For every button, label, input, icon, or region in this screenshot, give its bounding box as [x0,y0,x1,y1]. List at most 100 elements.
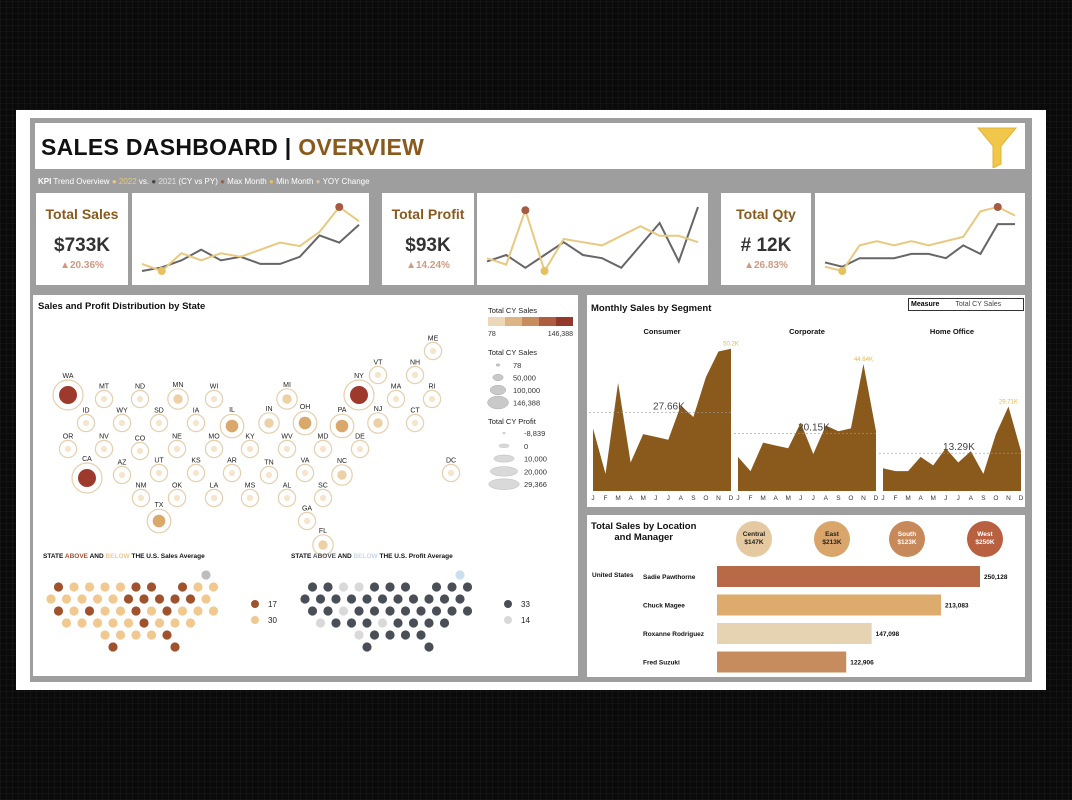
segment-month-tick: M [640,495,645,502]
kpi-sales-card: Total Sales $733K ▲20.36% [36,193,128,285]
segment-month-tick: M [615,495,620,502]
state-label: SD [154,407,164,414]
segment-month-tick: M [760,495,765,502]
legend-profit-marker [498,443,510,448]
state-bubble [303,517,311,525]
legend-size-marker [492,374,504,381]
state-label: NY [354,373,364,380]
manager-value-label: 122,906 [850,660,874,667]
manager-value-label: 250,128 [984,574,1008,581]
segment-month-tick: N [716,495,721,502]
kpi-profit-label: Total Profit [391,206,465,222]
state-bubble [373,418,383,428]
segment-month-tick: D [874,495,879,502]
segment-avg-label: 20.15K [798,423,830,434]
hex-legend-above-count: 33 [521,600,530,609]
state-bubble [173,394,183,404]
state-label: VT [374,359,384,366]
hex-state-dot [53,606,64,616]
state-bubble [429,347,437,355]
sparkline-py-series [141,224,360,272]
segment-panel-title: Consumer [643,327,680,336]
state-bubble [192,419,200,427]
hex-state-dot [424,618,434,628]
segment-month-tick: N [861,495,866,502]
sales-sparkline [141,203,360,275]
hex-title-part: STATE [43,553,65,560]
hex-state-dot [377,594,388,604]
filter-funnel-icon[interactable] [976,126,1018,173]
segment-max-label: 44.64K [854,357,873,363]
manager-bar [717,594,942,616]
state-bubble [349,385,369,405]
legend-size-marker [495,363,501,367]
hex-state-dot [315,618,326,628]
legend-yoy-dot: ● [315,177,321,186]
manager-bar-chart: Central$147K East$213K South$123K West$250K… [592,521,1008,673]
state-label: OH [300,404,311,411]
hex-state-dot [455,570,465,580]
hex-state-dot [61,618,72,628]
sparkline-min-point [157,267,166,275]
legend-py: 2021 [158,177,177,186]
hex-legend-above-dot [251,600,259,608]
segment-panel-title: Corporate [789,327,825,336]
sparkline-min-point [838,267,847,275]
hex-state-dot [108,594,118,604]
hex-state-dot [416,630,426,640]
hex-state-dot [185,594,196,604]
hex-state-dot [170,642,180,652]
hex-title-part: ABOVE [65,553,89,560]
state-bubble-map[interactable]: ME VT NH WA MT ND MN WI MI NY MA RI ID WY SD IA IL IN OH PA… [33,295,578,676]
state-label: ID [83,407,90,414]
legend-color-swatch [522,317,539,326]
state-bubble [318,540,328,550]
sparkline-py-series [486,206,699,270]
hex-title-part: THE U.S. Sales Average [130,553,205,560]
state-bubble [246,494,254,502]
legend-max: Max Month [227,177,267,186]
hex-state-dot [208,582,219,592]
hex-state-dot [354,630,364,640]
segment-month-tick: J [812,495,815,502]
hex-state-dot [393,618,403,628]
hex-state-dot [69,606,79,616]
country-label: United States [592,572,634,579]
hex-state-dot [447,582,457,592]
legend-color-swatch [539,317,556,326]
hex-state-dot [385,630,395,640]
state-bubble [228,469,236,477]
location-panel: Total Sales by Location and Manager Cent… [587,515,1025,677]
state-bubble [210,395,218,403]
state-label: TX [155,502,164,509]
state-label: OR [63,433,74,440]
legend-min-dot: ● [268,177,274,186]
state-label: LA [210,482,219,489]
state-label: CT [410,407,420,414]
state-bubble [301,469,309,477]
segment-month-tick: A [918,495,923,502]
hex-state-dot [170,618,180,628]
state-label: RI [429,383,436,390]
hex-state-dot [362,642,372,652]
legend-cy-dot: ● [111,177,117,186]
title-accent: OVERVIEW [298,134,425,160]
hex-state-dot [123,618,134,628]
region-value: $213K [822,539,841,546]
state-bubble [118,419,126,427]
hex-state-dot [424,642,434,652]
state-label: AR [227,457,237,464]
hex-title-part: ABOVE [313,553,337,560]
hex-state-dot [193,606,203,616]
state-label: KS [191,457,201,464]
hex-state-dot [69,582,79,592]
hex-legend-below-dot [251,616,259,624]
hex-title-part: BELOW [105,553,130,560]
state-bubble [246,445,254,453]
state-bubble [58,385,78,405]
legend-profit-marker [493,454,515,463]
hex-state-dot [431,582,442,592]
hex-state-dot [177,582,188,592]
segment-month-tick: J [591,495,594,502]
state-label: AZ [118,459,128,466]
